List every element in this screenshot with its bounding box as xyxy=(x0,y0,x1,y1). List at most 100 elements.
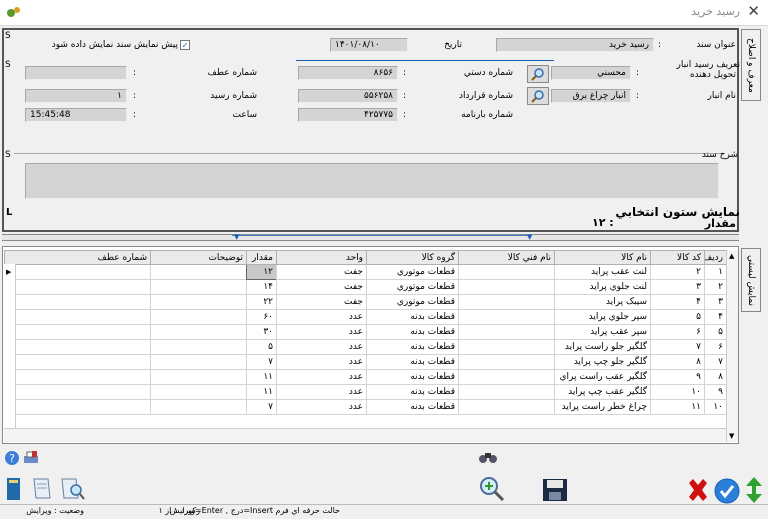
table-cell[interactable]: قطعات بدنه xyxy=(366,384,459,400)
table-cell[interactable]: قطعات بدنه xyxy=(366,399,459,415)
table-cell[interactable]: ۸ xyxy=(704,369,726,385)
table-cell[interactable]: قطعات موتوري xyxy=(366,294,459,310)
doc-title-field[interactable]: رسيد خريد xyxy=(496,38,654,52)
table-cell[interactable]: ۶۰ xyxy=(246,309,277,325)
deliverer-field[interactable]: محسني xyxy=(551,66,631,80)
column-header[interactable]: گروه کالا xyxy=(366,250,459,265)
table-cell[interactable] xyxy=(458,294,555,310)
contract-number-field[interactable]: ۵۵۶۲۵۸ xyxy=(298,89,398,103)
table-cell[interactable] xyxy=(150,264,247,280)
close-icon[interactable]: ✕ xyxy=(747,2,760,20)
deliverer-lookup-button[interactable] xyxy=(527,65,549,83)
column-header[interactable]: رديف xyxy=(704,250,726,265)
table-cell[interactable]: عدد xyxy=(276,354,367,370)
date-field[interactable]: ۱۴۰۱/۰۸/۱۰ xyxy=(330,38,408,52)
table-cell[interactable]: ۱۱ xyxy=(246,369,277,385)
expand-down-icon[interactable]: ▼ xyxy=(527,233,532,241)
table-cell[interactable] xyxy=(4,279,151,295)
table-cell[interactable]: ۱۲ xyxy=(246,264,277,280)
table-cell[interactable]: ۶ xyxy=(650,324,705,340)
table-cell[interactable] xyxy=(458,369,555,385)
table-cell[interactable]: ۷ xyxy=(704,354,726,370)
table-row[interactable]: ۱ ۲ لنت عقب پرايد قطعات موتوري جفت ۱۲ xyxy=(4,264,726,280)
column-header[interactable]: مقدار xyxy=(246,250,277,265)
table-cell[interactable]: قطعات بدنه xyxy=(366,339,459,355)
table-cell[interactable] xyxy=(4,369,151,385)
table-cell[interactable]: ۷ xyxy=(650,339,705,355)
table-cell[interactable]: گلگير عقب راست پراي xyxy=(554,369,651,385)
table-cell[interactable] xyxy=(150,384,247,400)
table-cell[interactable] xyxy=(458,399,555,415)
time-field[interactable]: 15:45:48 xyxy=(25,108,127,122)
table-cell[interactable]: ۳۰ xyxy=(246,324,277,340)
column-header[interactable]: توضيحات xyxy=(150,250,247,265)
column-header[interactable]: کد کالا xyxy=(650,250,705,265)
move-up-down-icon[interactable] xyxy=(744,476,764,504)
tab-list-view[interactable]: نمايش ليستي xyxy=(741,248,761,312)
tab-definition[interactable]: معرف و اصلاح xyxy=(741,29,761,101)
table-row[interactable]: ۷ ۸ گلگير جلو چپ پرايد قطعات بدنه عدد ۷ xyxy=(4,354,726,370)
confirm-icon[interactable] xyxy=(714,478,740,504)
receipt-number-field[interactable]: ۱ xyxy=(25,89,127,103)
table-cell[interactable]: قطعات بدنه xyxy=(366,369,459,385)
book-icon[interactable] xyxy=(4,476,24,502)
table-cell[interactable] xyxy=(458,354,555,370)
table-cell[interactable]: جفت xyxy=(276,279,367,295)
table-cell[interactable]: عدد xyxy=(276,324,367,340)
table-cell[interactable]: ۱۴ xyxy=(246,279,277,295)
vertical-scrollbar[interactable] xyxy=(726,250,738,442)
document-search-icon[interactable] xyxy=(58,476,86,502)
table-row[interactable]: ۱۰ ۱۱ چراغ خطر راست پرايد قطعات بدنه عدد ۷ xyxy=(4,399,726,415)
table-cell[interactable]: ۴ xyxy=(704,309,726,325)
table-cell[interactable] xyxy=(4,324,151,340)
table-cell[interactable] xyxy=(4,264,151,280)
table-cell[interactable]: گلگير جلو چپ پرايد xyxy=(554,354,651,370)
table-cell[interactable]: ۴ xyxy=(650,294,705,310)
table-cell[interactable] xyxy=(150,369,247,385)
table-cell[interactable] xyxy=(150,294,247,310)
table-cell[interactable]: عدد xyxy=(276,309,367,325)
table-cell[interactable]: قطعات موتوري xyxy=(366,264,459,280)
delete-icon[interactable] xyxy=(686,478,710,502)
table-cell[interactable] xyxy=(458,309,555,325)
scroll-down-icon[interactable]: ▼ xyxy=(729,432,734,440)
table-row[interactable]: ۴ ۵ سپر جلوي پرايد قطعات بدنه عدد ۶۰ xyxy=(4,309,726,325)
table-cell[interactable] xyxy=(4,294,151,310)
horizontal-scrollbar[interactable] xyxy=(4,428,726,442)
column-header[interactable]: نام کالا xyxy=(554,250,651,265)
table-cell[interactable]: سپر عقب پرايد xyxy=(554,324,651,340)
scroll-up-icon[interactable]: ▲ xyxy=(729,252,734,260)
table-cell[interactable] xyxy=(458,264,555,280)
waybill-number-field[interactable]: ۴۲۵۷۷۵ xyxy=(298,108,398,122)
table-cell[interactable]: ۷ xyxy=(246,354,277,370)
table-cell[interactable]: قطعات موتوري xyxy=(366,279,459,295)
table-cell[interactable] xyxy=(458,339,555,355)
table-cell[interactable] xyxy=(150,279,247,295)
column-header[interactable]: واحد xyxy=(276,250,367,265)
table-cell[interactable] xyxy=(150,324,247,340)
table-cell[interactable] xyxy=(150,399,247,415)
zoom-add-icon[interactable] xyxy=(478,476,506,502)
table-cell[interactable]: ۱۰ xyxy=(650,384,705,400)
table-cell[interactable]: ۸ xyxy=(650,354,705,370)
table-cell[interactable] xyxy=(458,324,555,340)
table-cell[interactable]: ۹ xyxy=(650,369,705,385)
table-cell[interactable]: ۱۱ xyxy=(650,399,705,415)
binoculars-icon[interactable] xyxy=(478,450,498,464)
preview-checkbox[interactable]: ✓ xyxy=(180,40,190,50)
table-cell[interactable]: ۳ xyxy=(650,279,705,295)
table-cell[interactable]: گلگير جلو راست پرايد xyxy=(554,339,651,355)
help-icon[interactable]: ? xyxy=(4,450,20,466)
table-cell[interactable] xyxy=(4,399,151,415)
column-header[interactable]: نام فني کالا xyxy=(458,250,555,265)
table-cell[interactable]: ۵ xyxy=(650,309,705,325)
table-cell[interactable]: ۶ xyxy=(704,339,726,355)
table-row[interactable]: ۹ ۱۰ گلگير عقب چپ پرايد قطعات بدنه عدد ۱۱ xyxy=(4,384,726,400)
description-field[interactable] xyxy=(25,163,719,199)
table-cell[interactable]: عدد xyxy=(276,384,367,400)
table-row[interactable]: ۶ ۷ گلگير جلو راست پرايد قطعات بدنه عدد ۵ xyxy=(4,339,726,355)
table-cell[interactable]: سپر جلوي پرايد xyxy=(554,309,651,325)
table-cell[interactable]: ۱۰ xyxy=(704,399,726,415)
table-cell[interactable]: ۱ xyxy=(704,264,726,280)
ref-number-field[interactable] xyxy=(25,66,127,80)
